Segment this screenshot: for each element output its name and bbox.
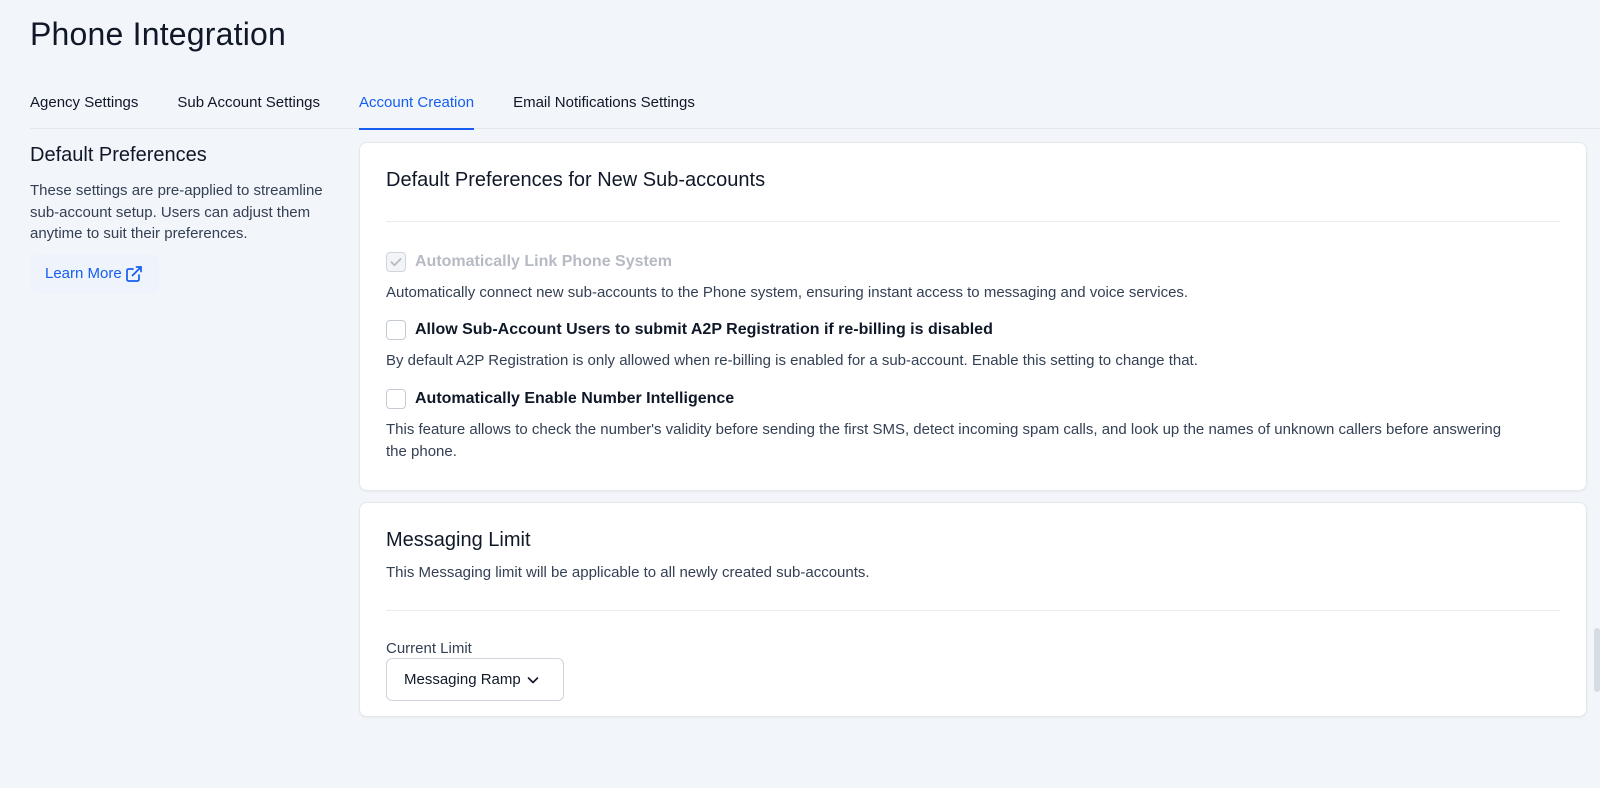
learn-more-button[interactable]: Learn More — [30, 253, 159, 294]
section-title: Default Preferences — [30, 144, 207, 166]
tab-agency-settings[interactable]: Agency Settings — [30, 84, 138, 129]
default-preferences-card: Default Preferences for New Sub-accounts… — [359, 142, 1587, 491]
section-description: These settings are pre-applied to stream… — [30, 182, 323, 242]
default-preferences-sidebar: Default Preferences These settings are p… — [30, 144, 330, 294]
current-limit-value: Messaging Ramp — [404, 671, 521, 688]
page-scrollbar[interactable] — [1594, 628, 1600, 692]
card-divider — [386, 221, 1560, 222]
current-limit-select[interactable]: Messaging Ramp — [386, 658, 564, 701]
number-intelligence-checkbox[interactable] — [386, 389, 406, 409]
auto-link-phone-label: Automatically Link Phone System — [415, 253, 672, 270]
pref-number-intelligence: Automatically Enable Number Intelligence… — [386, 388, 1526, 462]
card-divider — [386, 610, 1560, 611]
messaging-limit-card: Messaging Limit This Messaging limit wil… — [359, 502, 1587, 717]
external-link-icon — [125, 265, 142, 282]
auto-link-phone-description: Automatically connect new sub-accounts t… — [386, 284, 1189, 301]
a2p-registration-description: By default A2P Registration is only allo… — [386, 352, 1198, 369]
learn-more-label: Learn More — [45, 265, 122, 282]
messaging-limit-description: This Messaging limit will be applicable … — [386, 564, 870, 581]
pref-a2p-registration: Allow Sub-Account Users to submit A2P Re… — [386, 319, 1526, 372]
auto-link-phone-checkbox[interactable] — [386, 252, 406, 272]
tab-account-creation[interactable]: Account Creation — [359, 84, 475, 130]
card-title: Default Preferences for New Sub-accounts — [386, 169, 766, 191]
card-title: Messaging Limit — [386, 529, 531, 551]
tab-email-notifications-settings[interactable]: Email Notifications Settings — [513, 84, 695, 129]
pref-auto-link-phone: Automatically Link Phone System Automati… — [386, 251, 1526, 304]
number-intelligence-description: This feature allows to check the number'… — [386, 421, 1502, 460]
check-icon — [390, 258, 402, 267]
settings-tabs: Agency Settings Sub Account Settings Acc… — [30, 84, 1600, 130]
number-intelligence-label: Automatically Enable Number Intelligence — [415, 390, 735, 407]
page-title: Phone Integration — [30, 16, 287, 52]
current-limit-label: Current Limit — [386, 640, 472, 657]
tab-sub-account-settings[interactable]: Sub Account Settings — [177, 84, 320, 129]
chevron-down-icon — [527, 676, 539, 683]
a2p-registration-checkbox[interactable] — [386, 320, 406, 340]
phone-integration-page: Phone Integration Agency Settings Sub Ac… — [0, 0, 1600, 788]
a2p-registration-label: Allow Sub-Account Users to submit A2P Re… — [415, 321, 993, 338]
